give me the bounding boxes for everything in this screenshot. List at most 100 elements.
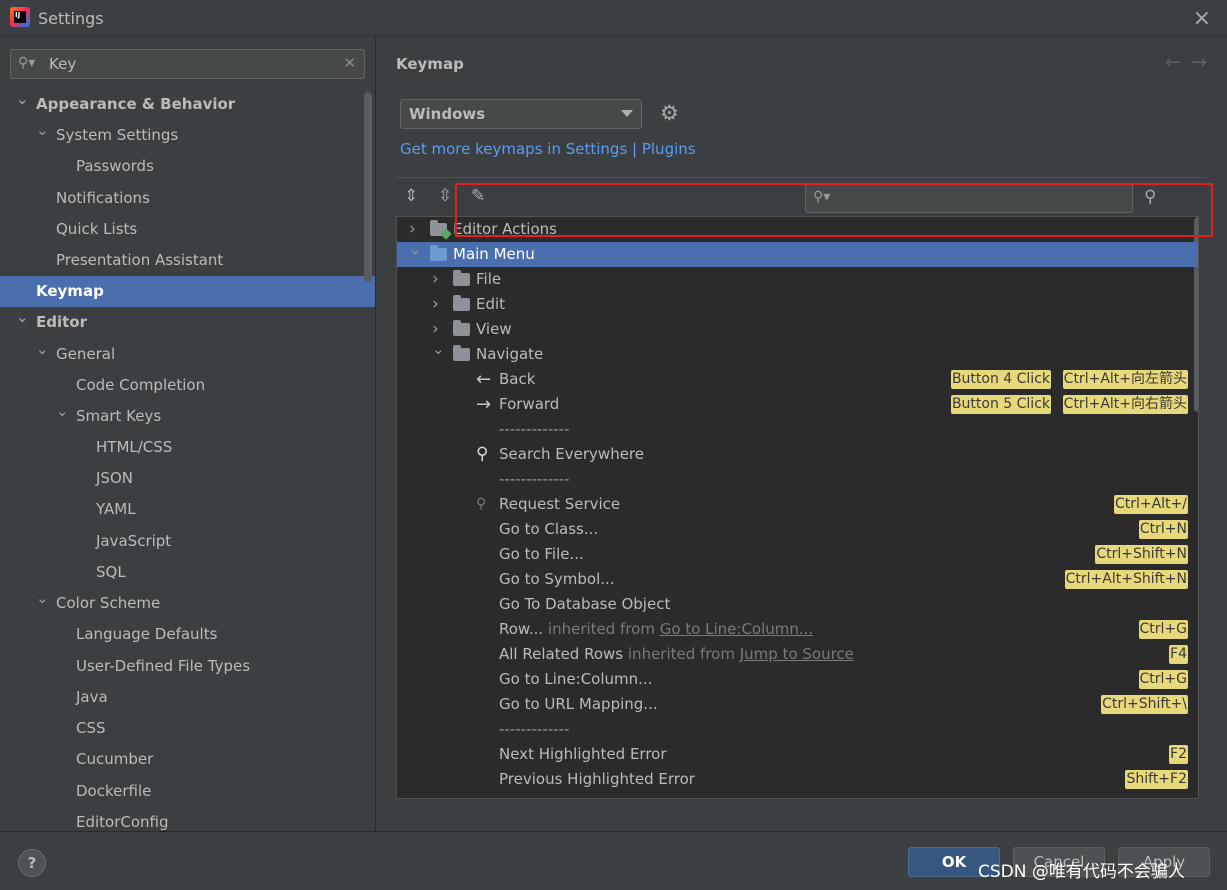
- sidebar-item-label: SQL: [96, 563, 126, 581]
- sidebar-item[interactable]: SQL: [0, 557, 375, 588]
- sidebar-item-label: Cucumber: [76, 750, 154, 768]
- search-icon: ⚲▾: [18, 55, 36, 71]
- sidebar-item[interactable]: Presentation Assistant: [0, 245, 375, 276]
- action-row[interactable]: ⌄ Main Menu: [397, 240, 1198, 267]
- inherited-source-link[interactable]: Go to Line:Column...: [660, 620, 813, 638]
- inherited-source-link[interactable]: Jump to Source: [740, 645, 854, 663]
- chevron-down-icon[interactable]: ⌄: [56, 396, 69, 427]
- action-name: All Related Rows: [499, 645, 624, 663]
- help-button[interactable]: ?: [18, 849, 46, 877]
- sidebar-item[interactable]: Quick Lists: [0, 214, 375, 245]
- intellij-logo-icon: IJ: [10, 7, 30, 27]
- folder-icon: [430, 245, 447, 261]
- action-row[interactable]: Go To Database Object: [397, 592, 1198, 617]
- action-label: Next Highlighted Error: [499, 742, 667, 767]
- shortcut-badge: Ctrl+Alt+Shift+N: [1064, 570, 1188, 589]
- sidebar-item[interactable]: JavaScript: [0, 526, 375, 557]
- action-row[interactable]: All Related Rows inherited from Jump to …: [397, 642, 1198, 667]
- close-icon[interactable]: ×: [1193, 6, 1211, 31]
- sidebar-item[interactable]: Passwords: [0, 151, 375, 182]
- action-row[interactable]: Go to File... Ctrl+Shift+N: [397, 542, 1198, 567]
- sidebar-item[interactable]: Cucumber: [0, 744, 375, 775]
- action-name: Go to Class...: [499, 520, 599, 538]
- action-name: Request Service: [499, 495, 621, 513]
- action-name: -------------: [499, 470, 570, 488]
- chevron-down-icon[interactable]: ⌄: [16, 84, 29, 115]
- clear-search-icon[interactable]: ✕: [343, 54, 356, 72]
- sidebar-item[interactable]: Language Defaults: [0, 619, 375, 650]
- chevron-down-icon[interactable]: ⌄: [409, 237, 422, 262]
- action-name: Edit: [476, 295, 506, 313]
- action-label: View: [476, 317, 512, 342]
- sidebar-item[interactable]: ⌄ Appearance & Behavior: [0, 89, 375, 120]
- sidebar-item[interactable]: ⌄ Editor: [0, 307, 375, 338]
- chevron-down-icon[interactable]: ⌄: [36, 334, 49, 365]
- shortcut-badge: Button 4 Click: [950, 370, 1051, 389]
- action-row[interactable]: Previous Highlighted Error Shift+F2: [397, 767, 1198, 792]
- get-more-keymaps-link[interactable]: Get more keymaps in Settings | Plugins: [400, 140, 696, 158]
- action-name: Main Menu: [453, 245, 535, 263]
- sidebar-item-label: System Settings: [56, 126, 179, 144]
- action-separator: -------------: [397, 467, 1198, 492]
- sidebar-item[interactable]: HTML/CSS: [0, 432, 375, 463]
- gear-icon[interactable]: ⚙: [660, 101, 679, 125]
- sidebar-item[interactable]: Notifications: [0, 183, 375, 214]
- sidebar-item[interactable]: Java: [0, 682, 375, 713]
- action-row[interactable]: › Edit: [397, 292, 1198, 317]
- back-forward-nav-icons[interactable]: ←→: [1165, 51, 1217, 73]
- chevron-down-icon[interactable]: ⌄: [432, 337, 445, 362]
- chevron-down-icon[interactable]: ⌄: [16, 302, 29, 333]
- sidebar-item[interactable]: ⌄ Color Scheme: [0, 588, 375, 619]
- chevron-right-icon[interactable]: ›: [432, 267, 439, 292]
- arrow-left-icon: ←: [476, 369, 492, 390]
- sidebar-scrollbar[interactable]: [364, 92, 372, 282]
- sidebar-item[interactable]: ⌄ System Settings: [0, 120, 375, 151]
- action-row[interactable]: ⌄ Navigate: [397, 340, 1198, 367]
- action-label: Go to Line:Column...: [499, 667, 652, 692]
- settings-search-box[interactable]: ⚲▾ ✕: [10, 49, 365, 79]
- settings-search-input[interactable]: [49, 55, 329, 73]
- separator-label: -------------: [499, 717, 569, 742]
- keymap-panel: Keymap ←→ Windows ⚙ Get more keymaps in …: [377, 37, 1227, 831]
- shortcut-badge: Ctrl+Alt+/: [1113, 495, 1188, 514]
- action-row[interactable]: ← Back Button 4 Click Ctrl+Alt+向左箭头: [397, 367, 1198, 392]
- sidebar-item[interactable]: Keymap: [0, 276, 375, 307]
- sidebar-item[interactable]: User-Defined File Types: [0, 651, 375, 682]
- action-row[interactable]: → Forward Button 5 Click Ctrl+Alt+向右箭头: [397, 392, 1198, 417]
- sidebar-item-label: Presentation Assistant: [56, 251, 224, 269]
- sidebar-item[interactable]: JSON: [0, 463, 375, 494]
- chevron-down-icon[interactable]: ⌄: [36, 583, 49, 614]
- chevron-right-icon[interactable]: ›: [432, 292, 439, 317]
- action-row[interactable]: Go to URL Mapping... Ctrl+Shift+\: [397, 692, 1198, 717]
- search-icon: ⚲: [476, 444, 489, 464]
- sidebar-item[interactable]: CSS: [0, 713, 375, 744]
- action-name: Next Highlighted Error: [499, 745, 667, 763]
- action-label: Search Everywhere: [499, 442, 644, 467]
- action-row[interactable]: ⚲ Search Everywhere: [397, 442, 1198, 467]
- action-label: Forward: [499, 392, 559, 417]
- sidebar-item[interactable]: ⌄ General: [0, 339, 375, 370]
- sidebar-item[interactable]: ⌄ Smart Keys: [0, 401, 375, 432]
- chevron-down-icon[interactable]: ⌄: [36, 115, 49, 146]
- action-row[interactable]: Go to Symbol... Ctrl+Alt+Shift+N: [397, 567, 1198, 592]
- action-name: -------------: [499, 420, 570, 438]
- action-name: Previous Highlighted Error: [499, 770, 695, 788]
- action-row[interactable]: Row... inherited from Go to Line:Column.…: [397, 617, 1198, 642]
- action-row[interactable]: › View: [397, 317, 1198, 342]
- sidebar-item[interactable]: Dockerfile: [0, 776, 375, 807]
- sidebar-item-label: HTML/CSS: [96, 438, 173, 456]
- action-row[interactable]: Go to Line:Column... Ctrl+G: [397, 667, 1198, 692]
- sidebar-item-label: Quick Lists: [56, 220, 138, 238]
- sidebar-item[interactable]: EditorConfig: [0, 807, 375, 831]
- action-label: Go to Class...: [499, 517, 598, 542]
- sidebar-item-label: JavaScript: [96, 532, 172, 550]
- action-row[interactable]: › File: [397, 267, 1198, 292]
- action-row[interactable]: Go to Class... Ctrl+N: [397, 517, 1198, 542]
- action-row[interactable]: Next Highlighted Error F2: [397, 742, 1198, 767]
- keymap-scheme-dropdown[interactable]: Windows: [400, 99, 642, 129]
- sidebar-item[interactable]: YAML: [0, 494, 375, 525]
- expand-all-icon[interactable]: ⇕: [404, 186, 418, 206]
- shortcut-badge: Shift+F2: [1125, 770, 1188, 789]
- collapse-all-icon[interactable]: ⇳: [438, 186, 452, 206]
- action-row[interactable]: ⚲ Request Service Ctrl+Alt+/: [397, 492, 1198, 517]
